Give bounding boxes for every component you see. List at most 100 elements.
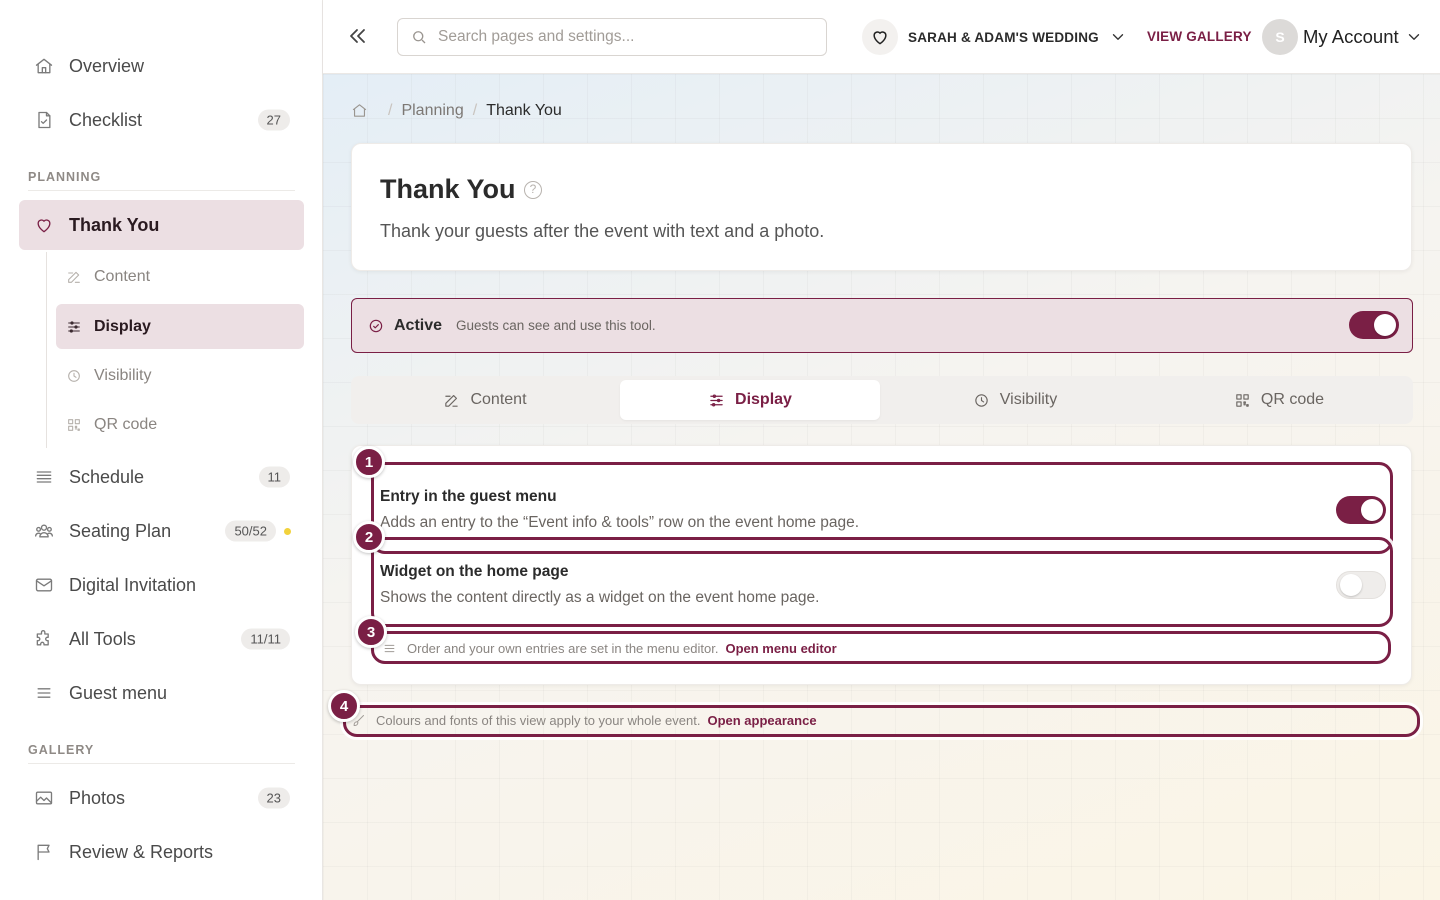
search-icon	[410, 28, 428, 46]
toggle-knob	[1374, 314, 1396, 336]
status-description: Guests can see and use this tool.	[456, 318, 656, 333]
sidebar-subitem-qr-code[interactable]: QR code	[56, 402, 304, 447]
puzzle-icon	[33, 628, 55, 650]
sidebar-subitem-label: QR code	[94, 415, 158, 433]
home-icon	[33, 55, 55, 77]
step-marker-4: 4	[328, 690, 360, 722]
page-header-card: Thank You ? Thank your guests after the …	[351, 143, 1412, 271]
help-icon[interactable]: ?	[524, 181, 542, 199]
sidebar-item-label: Photos	[69, 787, 126, 808]
sidebar-item-label: Digital Invitation	[69, 574, 197, 595]
sidebar-subitem-display[interactable]: Display	[56, 304, 304, 349]
search-input[interactable]	[438, 28, 808, 46]
open-menu-editor-link[interactable]: Open menu editor	[725, 641, 836, 656]
sidebar-item-label: Seating Plan	[69, 520, 172, 541]
collapse-sidebar-icon[interactable]	[345, 24, 371, 50]
menu-editor-note: Order and your own entries are set in th…	[382, 641, 837, 656]
setting-home-widget: Widget on the home page Shows the conten…	[380, 563, 819, 607]
sidebar-item-label: Schedule	[69, 466, 145, 487]
section-label-gallery: GALLERY	[28, 743, 95, 757]
qr-icon	[1234, 392, 1251, 409]
toggle-knob	[1340, 574, 1362, 596]
sidebar-subitem-label: Visibility	[94, 366, 152, 384]
account-menu[interactable]: S My Account	[1262, 18, 1423, 56]
tab-qr-code[interactable]: QR code	[1149, 380, 1409, 420]
sidebar-item-label: All Tools	[69, 628, 136, 649]
flag-icon	[33, 841, 55, 863]
setting-description: Adds an entry to the “Event info & tools…	[380, 514, 860, 531]
tab-display[interactable]: Display	[620, 380, 880, 420]
heart-icon	[33, 214, 55, 236]
tab-label: Visibility	[999, 391, 1058, 408]
breadcrumb-current: Thank You	[486, 102, 562, 119]
step-marker-2: 2	[353, 521, 385, 553]
qr-icon	[66, 416, 84, 434]
topbar: SARAH & ADAM'S WEDDING VIEW GALLERY S My…	[323, 0, 1440, 74]
tab-bar: Content Display Visibility QR code	[351, 376, 1413, 424]
home-icon[interactable]	[351, 102, 369, 120]
tab-visibility[interactable]: Visibility	[885, 380, 1145, 420]
heart-icon	[862, 19, 898, 55]
sidebar-item-label: Thank You	[69, 214, 160, 235]
tab-content[interactable]: Content	[355, 380, 615, 420]
sidebar-item-guest-menu[interactable]: Guest menu	[19, 669, 304, 717]
status-dot	[284, 528, 291, 535]
chevron-down-icon	[1109, 28, 1127, 46]
tab-label: QR code	[1260, 391, 1325, 408]
sidebar-item-thank-you[interactable]: Thank You	[19, 200, 304, 250]
display-settings-card: Entry in the guest menu Adds an entry to…	[351, 445, 1412, 685]
tab-label: Display	[735, 391, 792, 408]
sidebar: Overview Checklist 27 PLANNING Thank You…	[0, 0, 323, 900]
avatar: S	[1262, 19, 1298, 55]
view-gallery-link[interactable]: VIEW GALLERY	[1147, 29, 1252, 44]
checklist-icon	[33, 109, 55, 131]
open-appearance-link[interactable]: Open appearance	[707, 713, 816, 728]
envelope-icon	[33, 574, 55, 596]
sidebar-item-review-reports[interactable]: Review & Reports	[19, 828, 304, 876]
toggle-knob	[1361, 499, 1383, 521]
count-badge: 23	[257, 787, 290, 809]
edit-icon	[443, 392, 460, 409]
divider	[28, 190, 295, 191]
guest-menu-entry-toggle[interactable]	[1336, 496, 1386, 524]
clock-icon	[973, 392, 990, 409]
sidebar-item-label: Overview	[69, 55, 145, 76]
note-text: Order and your own entries are set in th…	[407, 641, 719, 656]
sidebar-item-seating-plan[interactable]: Seating Plan 50/52	[19, 507, 304, 555]
count-badge: 27	[257, 109, 290, 131]
count-badge: 11	[258, 466, 290, 488]
edit-icon	[66, 268, 84, 286]
submenu-rail	[46, 252, 47, 448]
sidebar-subitem-content[interactable]: Content	[56, 254, 304, 299]
tab-label: Content	[470, 391, 527, 408]
search-box[interactable]	[397, 18, 827, 56]
sidebar-item-all-tools[interactable]: All Tools 11/11	[19, 615, 304, 663]
account-label: My Account	[1303, 26, 1399, 47]
sidebar-subitem-label: Content	[94, 267, 151, 285]
sliders-icon	[708, 392, 725, 409]
home-widget-toggle[interactable]	[1336, 571, 1386, 599]
sidebar-item-overview[interactable]: Overview	[19, 42, 304, 90]
breadcrumb: / Planning / Thank You	[351, 102, 562, 120]
setting-guest-menu-entry: Entry in the guest menu Adds an entry to…	[380, 488, 859, 532]
sidebar-item-photos[interactable]: Photos 23	[19, 774, 304, 822]
setting-description: Shows the content directly as a widget o…	[380, 589, 820, 606]
page-title: Thank You	[380, 174, 516, 204]
sidebar-item-schedule[interactable]: Schedule 11	[19, 453, 304, 501]
sidebar-subitem-visibility[interactable]: Visibility	[56, 353, 304, 398]
breadcrumb-planning[interactable]: Planning	[401, 102, 463, 120]
setting-title: Widget on the home page	[380, 563, 569, 580]
active-toggle[interactable]	[1349, 311, 1399, 339]
menu-icon	[382, 641, 397, 656]
sidebar-item-label: Guest menu	[69, 682, 168, 703]
menu-icon	[33, 682, 55, 704]
status-label: Active	[394, 316, 443, 334]
sidebar-item-digital-invitation[interactable]: Digital Invitation	[19, 561, 304, 609]
note-text: Colours and fonts of this view apply to …	[376, 713, 701, 728]
sidebar-item-checklist[interactable]: Checklist 27	[19, 96, 304, 144]
list-icon	[33, 466, 55, 488]
main-content: / Planning / Thank You Thank You ? Thank…	[323, 74, 1440, 900]
event-selector[interactable]: SARAH & ADAM'S WEDDING	[862, 19, 1127, 55]
page-subtitle: Thank your guests after the event with t…	[380, 221, 825, 241]
sidebar-item-label: Checklist	[69, 109, 143, 130]
